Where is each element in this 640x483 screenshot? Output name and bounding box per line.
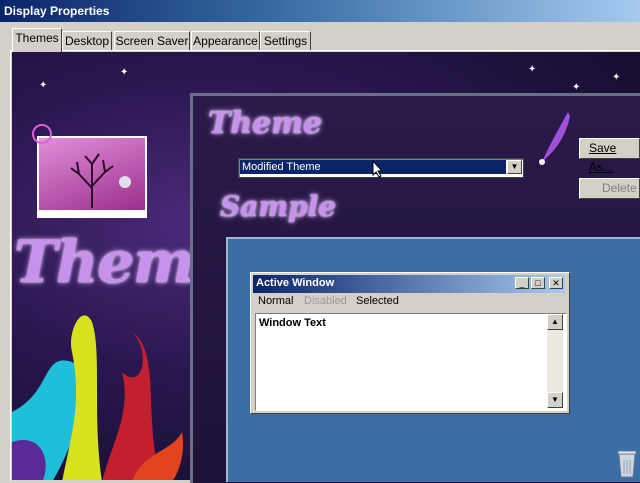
tab-strip: Themes Desktop Screen Saver Appearance S… — [0, 22, 640, 52]
window-title-bar[interactable]: Display Properties — [0, 0, 640, 22]
theme-heading: Theme — [208, 106, 323, 141]
save-as-button[interactable]: Save As... — [579, 138, 640, 174]
dropdown-arrow-icon[interactable]: ▼ — [507, 160, 522, 174]
sample-scrollbar: ▲ ▼ — [547, 314, 563, 408]
sample-text-area: Window Text — [255, 313, 567, 411]
menu-disabled: Disabled — [304, 295, 347, 307]
sparkle-icon: ✦ — [528, 64, 537, 75]
tab-appearance[interactable]: Appearance — [191, 31, 260, 51]
sample-window-title-bar: Active Window _ □ ✕ — [253, 275, 565, 293]
tree-picture — [37, 136, 147, 212]
scroll-up-icon: ▲ — [547, 314, 563, 330]
close-icon: ✕ — [549, 277, 563, 289]
delete-label: Delete — [602, 181, 637, 195]
minimize-icon: _ — [515, 277, 529, 289]
window-text: Window Text — [259, 317, 326, 329]
sparkle-icon: ✦ — [572, 82, 581, 93]
recycle-bin-icon — [617, 450, 637, 478]
sparkle-icon: ✦ — [612, 72, 621, 83]
sample-heading: Sample — [220, 190, 337, 223]
ring-decoration — [32, 124, 52, 144]
scroll-down-icon: ▼ — [547, 392, 563, 408]
delete-button[interactable]: Delete — [579, 178, 640, 199]
sample-window-title: Active Window — [256, 277, 335, 289]
sparkle-icon: ✦ — [39, 80, 48, 91]
tab-settings[interactable]: Settings — [260, 31, 311, 51]
window-title: Display Properties — [4, 4, 110, 18]
comet-decoration — [539, 112, 570, 165]
menu-normal: Normal — [258, 295, 294, 307]
save-as-label: Save As... — [589, 141, 617, 174]
menu-selected: Selected — [356, 295, 399, 307]
tab-themes[interactable]: Themes — [12, 28, 62, 52]
sparkle-icon: ✦ — [120, 67, 129, 78]
paint-splash — [12, 315, 184, 480]
tab-desktop[interactable]: Desktop — [62, 31, 112, 51]
tab-screen-saver[interactable]: Screen Saver — [114, 31, 190, 51]
maximize-icon: □ — [531, 277, 545, 289]
mouse-cursor-icon — [372, 160, 384, 178]
